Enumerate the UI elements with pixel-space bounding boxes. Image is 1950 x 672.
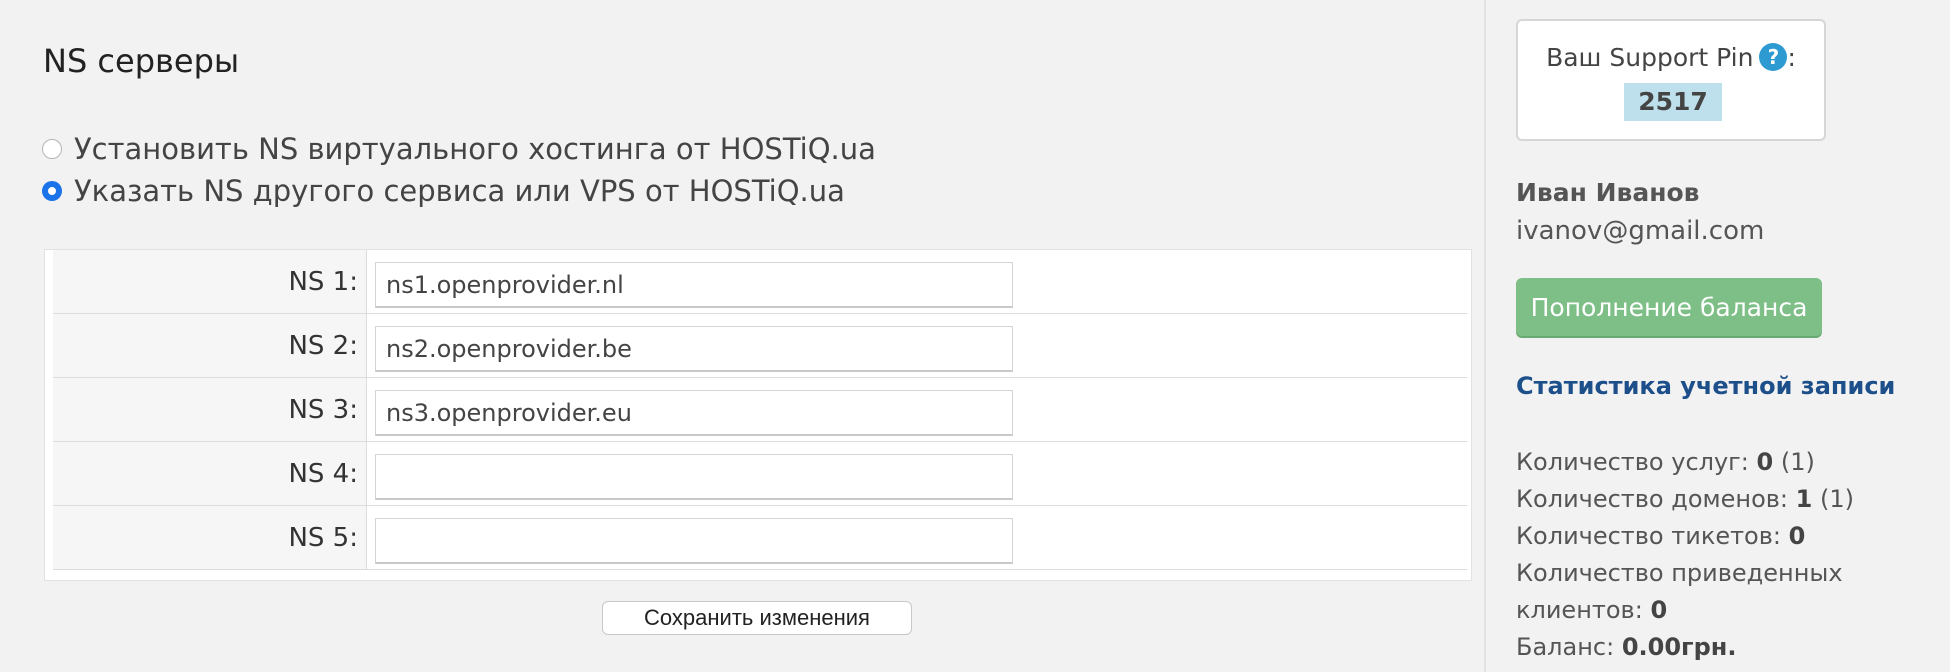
support-pin-title: Ваш Support Pin?: xyxy=(1518,43,1824,72)
radio-label: Установить NS виртуального хостинга от H… xyxy=(74,132,876,166)
user-email: ivanov@gmail.com xyxy=(1516,216,1765,246)
stat-value: 0 xyxy=(1650,596,1668,624)
stat-tickets: Количество тикетов: 0 xyxy=(1516,518,1936,555)
ns-label-cell: NS 5: xyxy=(53,506,367,569)
ns1-input[interactable] xyxy=(375,262,1013,308)
stat-label: Количество услуг: xyxy=(1516,448,1749,476)
stat-value: 1 xyxy=(1795,485,1813,513)
stat-services: Количество услуг: 0 (1) xyxy=(1516,444,1936,481)
page-title: NS серверы xyxy=(43,42,240,80)
ns-label-cell: NS 3: xyxy=(53,378,367,441)
radio-option-custom-ns[interactable]: Указать NS другого сервиса или VPS от HO… xyxy=(42,171,845,211)
stat-value: 0 xyxy=(1756,448,1774,476)
ns-label-cell: NS 4: xyxy=(53,442,367,505)
ns-label: NS 2: xyxy=(288,330,358,361)
ns2-input[interactable] xyxy=(375,326,1013,372)
radio-label: Указать NS другого сервиса или VPS от HO… xyxy=(74,174,845,208)
support-pin-box: Ваш Support Pin?: 2517 xyxy=(1516,19,1826,141)
ns4-input[interactable] xyxy=(375,454,1013,500)
ns-row-1: NS 1: xyxy=(53,250,1467,314)
help-icon[interactable]: ? xyxy=(1759,43,1788,71)
save-changes-button[interactable]: Сохранить изменения xyxy=(602,601,912,635)
stat-extra: (1) xyxy=(1780,448,1815,476)
radio-button-checked[interactable] xyxy=(42,181,62,201)
stat-label: Количество тикетов: xyxy=(1516,522,1781,550)
ns-label: NS 1: xyxy=(288,266,358,297)
ns-label: NS 3: xyxy=(288,394,358,425)
stat-value: 0 xyxy=(1788,522,1806,550)
stat-label: Баланс: xyxy=(1516,633,1615,661)
stat-balance: Баланс: 0.00грн. xyxy=(1516,629,1936,666)
ns-label-cell: NS 1: xyxy=(53,250,367,313)
ns-row-3: NS 3: xyxy=(53,378,1467,442)
ns-row-5: NS 5: xyxy=(53,506,1467,570)
ns-row-2: NS 2: xyxy=(53,314,1467,378)
support-pin-value: 2517 xyxy=(1624,83,1722,121)
user-name: Иван Иванов xyxy=(1516,178,1700,207)
ns-servers-table: NS 1: NS 2: NS 3: NS 4: NS 5: xyxy=(44,249,1472,581)
stat-referred-clients: Количество приведенных клиентов: 0 xyxy=(1516,555,1856,629)
stat-domains: Количество доменов: 1 (1) xyxy=(1516,481,1936,518)
stat-label: Количество приведенных клиентов: xyxy=(1516,559,1843,624)
ns3-input[interactable] xyxy=(375,390,1013,436)
ns-label-cell: NS 2: xyxy=(53,314,367,377)
support-pin-colon: : xyxy=(1787,43,1796,72)
ns5-input[interactable] xyxy=(375,518,1013,564)
radio-button-unchecked[interactable] xyxy=(42,139,62,159)
ns-label: NS 4: xyxy=(288,458,358,489)
stat-label: Количество доменов: xyxy=(1516,485,1788,513)
stat-value: 0.00грн. xyxy=(1621,633,1737,661)
topup-balance-button[interactable]: Пополнение баланса xyxy=(1516,278,1822,336)
ns-label: NS 5: xyxy=(288,522,358,553)
support-pin-label: Ваш Support Pin xyxy=(1546,43,1754,72)
main-content: NS серверы Установить NS виртуального хо… xyxy=(0,0,1484,672)
account-stats-title[interactable]: Статистика учетной записи xyxy=(1516,372,1895,400)
radio-option-hosting-ns[interactable]: Установить NS виртуального хостинга от H… xyxy=(42,129,876,169)
stat-extra: (1) xyxy=(1819,485,1854,513)
sidebar: Ваш Support Pin?: 2517 Иван Иванов ivano… xyxy=(1484,0,1950,672)
ns-row-4: NS 4: xyxy=(53,442,1467,506)
